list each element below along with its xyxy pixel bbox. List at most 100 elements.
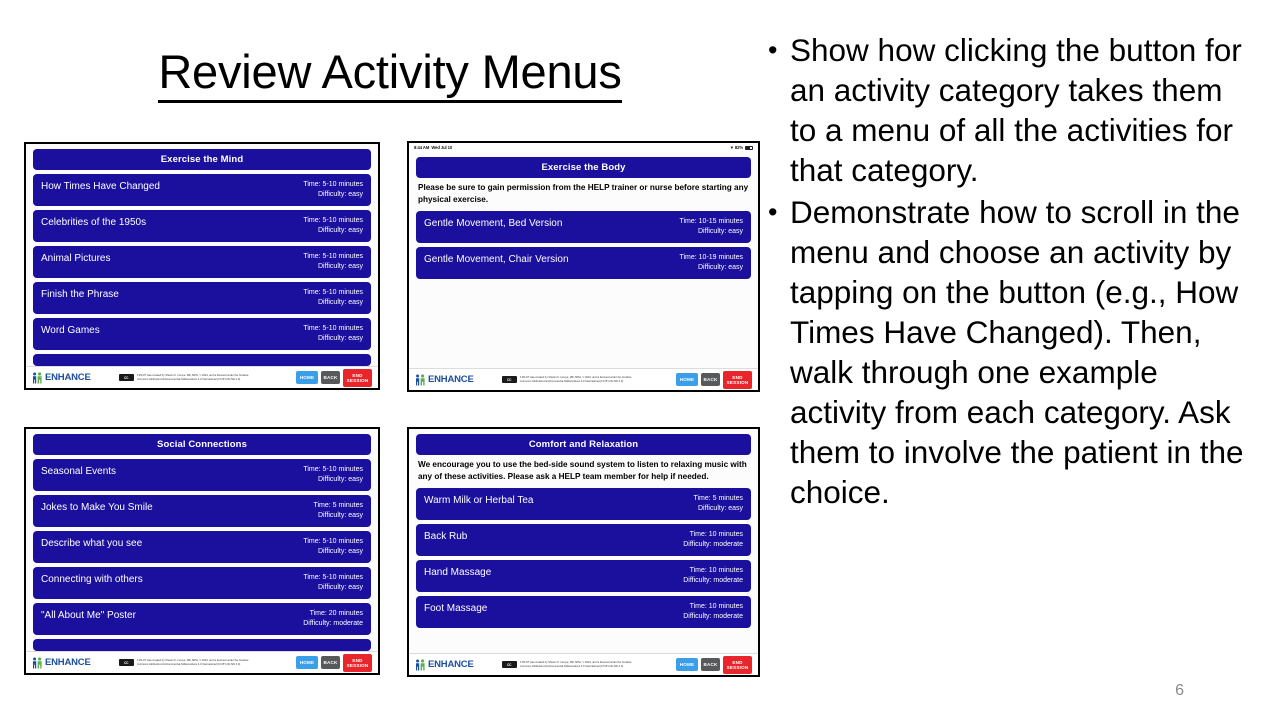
bullet-text: Show how clicking the button for an acti… [790, 32, 1242, 188]
activity-name: Word Games [41, 325, 100, 336]
activity-meta: Time: 10-15 minutes Difficulty: easy [679, 217, 743, 236]
activity-name: Finish the Phrase [41, 289, 119, 300]
activity-time: Time: 10 minutes [689, 603, 743, 610]
app-footer: ENHANCE CC A PILOT was created by Sharon K… [409, 368, 758, 390]
page-title: Review Activity Menus [40, 44, 740, 103]
tablet-screen: Exercise the Mind How Times Have Changed T… [26, 144, 378, 388]
activity-difficulty: Difficulty: easy [318, 511, 363, 519]
license-block: CC A PILOT was created by Sharon K. Inouy… [501, 376, 632, 383]
creative-commons-icon: CC [118, 659, 134, 666]
activity-button-partial[interactable] [33, 354, 371, 366]
enhance-logo-text: ENHANCE [45, 657, 91, 668]
activity-time: Time: 10 minutes [689, 567, 743, 574]
activity-button[interactable]: Connecting with others Time: 5-10 minutes… [33, 567, 371, 599]
menu-header-title: Comfort and Relaxation [416, 434, 751, 455]
home-button[interactable]: HOME [296, 371, 318, 384]
home-button[interactable]: HOME [296, 656, 318, 669]
creative-commons-icon: CC [501, 661, 517, 668]
enhance-logo: ENHANCE [415, 373, 474, 386]
activity-button[interactable]: Animal Pictures Time: 5-10 minutes Difficu… [33, 246, 371, 278]
activity-time: Time: 5-10 minutes [303, 325, 363, 332]
activity-name: Animal Pictures [41, 253, 111, 264]
activity-difficulty: Difficulty: moderate [683, 612, 743, 620]
license-block: CC A PILOT was created by Sharon K. Inouy… [118, 374, 249, 381]
activity-name: Seasonal Events [41, 466, 117, 477]
app-footer: ENHANCE CC A PILOT was created by Sharon K… [409, 653, 758, 675]
end-session-button[interactable]: END SESSION [723, 655, 752, 674]
tablet-screen: 8:44 AM Wed Jul 10 ▾ 82% Exercise the Body P… [409, 143, 758, 390]
back-button[interactable]: BACK [701, 658, 720, 671]
enhance-logo: ENHANCE [32, 371, 91, 384]
activity-button[interactable]: Gentle Movement, Chair Version Time: 10-1… [416, 247, 751, 279]
activity-button[interactable]: Gentle Movement, Bed Version Time: 10-15 … [416, 211, 751, 243]
battery-icon [745, 145, 753, 150]
activity-difficulty: Difficulty: easy [318, 547, 363, 555]
back-button[interactable]: BACK [321, 371, 340, 384]
activity-difficulty: Difficulty: moderate [683, 576, 743, 584]
home-button[interactable]: HOME [676, 658, 698, 671]
screenshot-social-connections: Social Connections Seasonal Events Time: 5… [24, 427, 380, 675]
footer-button-group: HOME BACK END SESSION [296, 368, 372, 387]
activity-difficulty: Difficulty: easy [318, 583, 363, 591]
screenshot-exercise-the-mind: Exercise the Mind How Times Have Changed T… [24, 142, 380, 390]
menu-instruction-note: Please be sure to gain permission from t… [418, 183, 749, 204]
activity-name: Gentle Movement, Bed Version [424, 218, 563, 229]
activity-difficulty: Difficulty: moderate [303, 619, 363, 627]
activity-meta: Time: 10 minutes Difficulty: moderate [683, 566, 743, 585]
activity-button[interactable]: "All About Me" Poster Time: 20 minutes Dif… [33, 603, 371, 635]
slide: Review Activity Menus • Show how clickin… [0, 0, 1280, 720]
tablet-screen: Comfort and Relaxation We encourage you t… [409, 429, 758, 675]
enhance-logo: ENHANCE [32, 656, 91, 669]
activity-difficulty: Difficulty: easy [318, 190, 363, 198]
activity-time: Time: 5-10 minutes [303, 217, 363, 224]
menu-body: Comfort and Relaxation We encourage you t… [409, 429, 758, 653]
activity-time: Time: 5 minutes [693, 495, 743, 502]
footer-button-group: HOME BACK END SESSION [676, 655, 752, 674]
activity-name: Foot Massage [424, 603, 488, 614]
activity-difficulty: Difficulty: easy [698, 504, 743, 512]
menu-body: Exercise the Mind How Times Have Changed T… [26, 144, 378, 366]
activity-button-partial[interactable] [33, 639, 371, 651]
end-session-button[interactable]: END SESSION [343, 653, 372, 672]
activity-button[interactable]: Foot Massage Time: 10 minutes Difficulty: … [416, 596, 751, 628]
activity-difficulty: Difficulty: easy [698, 263, 743, 271]
screenshot-comfort-and-relaxation: Comfort and Relaxation We encourage you t… [407, 427, 760, 677]
activity-button[interactable]: How Times Have Changed Time: 5-10 minutes… [33, 174, 371, 206]
bullet-item: • Show how clicking the button for an ac… [768, 30, 1252, 190]
activity-button[interactable]: Seasonal Events Time: 5-10 minutes Difficu… [33, 459, 371, 491]
activity-meta: Time: 5 minutes Difficulty: easy [693, 494, 743, 513]
activity-meta: Time: 5-10 minutes Difficulty: easy [303, 180, 363, 199]
license-block: CC A PILOT was created by Sharon K. Inouy… [501, 661, 632, 668]
activity-time: Time: 10-15 minutes [679, 218, 743, 225]
activity-button[interactable]: Finish the Phrase Time: 5-10 minutes Diffi… [33, 282, 371, 314]
activity-meta: Time: 10-19 minutes Difficulty: easy [679, 253, 743, 272]
activity-button[interactable]: Back Rub Time: 10 minutes Difficulty: mode… [416, 524, 751, 556]
activity-button[interactable]: Warm Milk or Herbal Tea Time: 5 minutes Di… [416, 488, 751, 520]
back-button[interactable]: BACK [321, 656, 340, 669]
activity-difficulty: Difficulty: easy [698, 227, 743, 235]
activity-button[interactable]: Jokes to Make You Smile Time: 5 minutes Di… [33, 495, 371, 527]
enhance-logo-text: ENHANCE [428, 374, 474, 385]
back-button[interactable]: BACK [701, 373, 720, 386]
enhance-logo-text: ENHANCE [428, 659, 474, 670]
activity-difficulty: Difficulty: easy [318, 334, 363, 342]
home-button[interactable]: HOME [676, 373, 698, 386]
activity-button[interactable]: Celebrities of the 1950s Time: 5-10 minut… [33, 210, 371, 242]
app-footer: ENHANCE CC A PILOT was created by Sharon K… [26, 651, 378, 673]
battery-percent-label: 82% [734, 145, 743, 150]
activity-difficulty: Difficulty: easy [318, 475, 363, 483]
activity-button[interactable]: Word Games Time: 5-10 minutes Difficulty: … [33, 318, 371, 350]
end-session-button[interactable]: END SESSION [343, 368, 372, 387]
activity-name: Jokes to Make You Smile [41, 502, 153, 513]
end-session-button[interactable]: END SESSION [723, 370, 752, 389]
activity-name: How Times Have Changed [41, 181, 160, 192]
status-bar-time-date: 8:44 AM Wed Jul 10 [414, 145, 453, 150]
activity-meta: Time: 5-10 minutes Difficulty: easy [303, 465, 363, 484]
menu-header-title: Exercise the Mind [33, 149, 371, 170]
screenshot-exercise-the-body: 8:44 AM Wed Jul 10 ▾ 82% Exercise the Body P… [407, 141, 760, 392]
status-bar-indicators: ▾ 82% [731, 145, 753, 151]
activity-button[interactable]: Hand Massage Time: 10 minutes Difficulty: … [416, 560, 751, 592]
activity-button[interactable]: Describe what you see Time: 5-10 minutes D… [33, 531, 371, 563]
creative-commons-icon: CC [118, 374, 134, 381]
bullet-marker-icon: • [768, 35, 778, 65]
